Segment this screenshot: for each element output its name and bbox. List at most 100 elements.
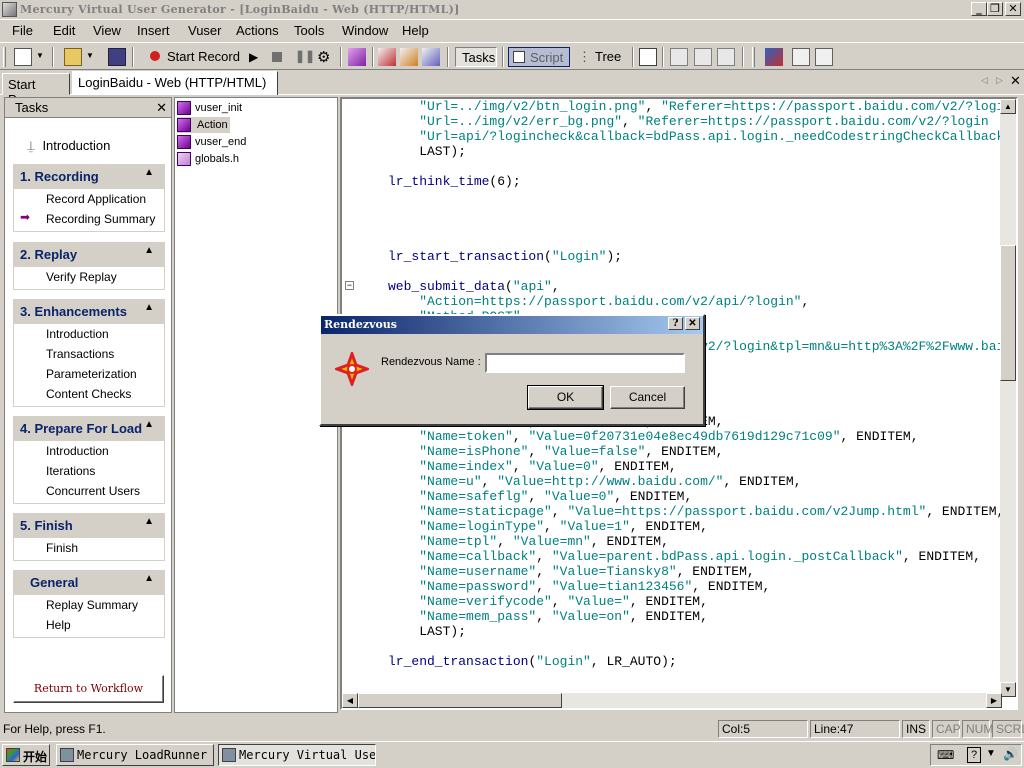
code-line[interactable]: lr_think_time(6); (388, 174, 521, 189)
code-line[interactable]: "Name=u", "Value=http://www.baidu.com/",… (388, 474, 801, 489)
task-item[interactable]: Introduction (14, 324, 164, 344)
vertical-scrollbar[interactable]: ▲ ▼ (1000, 99, 1016, 697)
code-line[interactable]: "Name=username", "Value=Tiansky8", ENDIT… (388, 564, 754, 579)
task-item-verify-replay[interactable]: Verify Replay (14, 267, 164, 287)
stop-icon[interactable] (272, 52, 282, 62)
tree-node-vuser-end[interactable]: vuser_end (177, 134, 246, 150)
start-button[interactable]: 开始 (2, 744, 50, 766)
code-line[interactable]: lr_start_transaction("Login"); (388, 249, 622, 264)
task-pane-close-icon[interactable]: ✕ (156, 100, 167, 116)
menu-view[interactable]: View (93, 23, 121, 38)
menu-window[interactable]: Window (342, 23, 388, 38)
code-line[interactable]: lr_end_transaction("Login", LR_AUTO); (388, 654, 677, 669)
task-item-record-application[interactable]: Record Application (14, 189, 164, 209)
rendezvous-name-input[interactable] (485, 353, 685, 373)
new-dropdown-icon[interactable]: ▼ (36, 51, 44, 60)
fold-toggle-icon[interactable]: − (345, 281, 354, 290)
code-line[interactable]: "Name=token", "Value=0f20731e04e8ec49db7… (388, 429, 918, 444)
runtime-settings-icon[interactable] (422, 48, 440, 66)
volume-icon[interactable]: 🔊 (1003, 747, 1018, 761)
task-item-recording-summary[interactable]: ➡ Recording Summary (14, 209, 164, 229)
split-view-icon[interactable] (694, 48, 712, 66)
task-introduction[interactable]: ⍊ Introduction (27, 138, 110, 154)
open-folder-icon[interactable] (64, 48, 82, 66)
code-line[interactable]: "Url=api/?logincheck&callback=bdPass.api… (388, 129, 1002, 144)
tree-node-vuser-init[interactable]: vuser_init (177, 100, 242, 116)
code-line[interactable]: "Name=password", "Value=tian123456", END… (388, 579, 770, 594)
task-section-header[interactable]: 1. Recording ▲ (14, 165, 164, 189)
new-icon[interactable] (14, 48, 32, 66)
menu-actions[interactable]: Actions (236, 23, 279, 38)
ok-button[interactable]: OK (527, 385, 604, 410)
code-line[interactable]: "Name=staticpage", "Value=https://passpo… (388, 504, 1002, 519)
header-view-icon[interactable] (717, 48, 735, 66)
code-line[interactable]: "Name=loginType", "Value=1", ENDITEM, (388, 519, 708, 534)
insert-step-icon[interactable] (378, 48, 396, 66)
code-line[interactable]: "Name=isPhone", "Value=false", ENDITEM, (388, 444, 723, 459)
task-item[interactable]: Finish (14, 538, 164, 558)
dialog-close-icon[interactable]: ✕ (685, 317, 700, 330)
play-icon[interactable]: ▶ (249, 50, 258, 64)
snapshot-icon[interactable] (400, 48, 418, 66)
code-line[interactable]: "Action=https://passport.baidu.com/v2/ap… (388, 294, 809, 309)
code-line[interactable]: "Name=index", "Value=0", ENDITEM, (388, 459, 676, 474)
menu-edit[interactable]: Edit (53, 23, 75, 38)
return-to-workflow-button[interactable]: Return to Workflow (13, 675, 164, 703)
task-section-header[interactable]: 5. Finish ▲ (14, 514, 164, 538)
open-dropdown-icon[interactable]: ▼ (86, 51, 94, 60)
scroll-right-icon[interactable]: ▶ (986, 693, 1002, 708)
tab-close-icon[interactable]: ✕ (1010, 73, 1021, 89)
code-line[interactable]: LAST); (388, 624, 466, 639)
gear-icon[interactable]: ⚙ (317, 48, 330, 66)
tab-loginbaidu[interactable]: LoginBaidu - Web (HTTP/HTML) (72, 71, 278, 95)
tasks-button[interactable]: Tasks (455, 47, 497, 67)
tab-scroll-left-icon[interactable]: ◁ (981, 75, 988, 86)
tree-node-action[interactable]: Action (177, 117, 230, 133)
tree-node-globals[interactable]: globals.h (177, 151, 239, 167)
compile-icon[interactable] (348, 48, 366, 66)
code-line[interactable]: "Url=../img/v2/btn_login.png", "Referer=… (388, 99, 1002, 114)
export-icon[interactable] (815, 48, 833, 66)
menu-tools[interactable]: Tools (294, 23, 324, 38)
help-tray-icon[interactable]: ? (967, 747, 981, 763)
code-line[interactable]: "Name=callback", "Value=parent.bdPass.ap… (388, 549, 981, 564)
menu-help[interactable]: Help (402, 23, 429, 38)
start-record-button[interactable]: Start Record (146, 47, 242, 67)
horizontal-scrollbar[interactable]: ◀ ▶ (342, 693, 1002, 708)
help-icon[interactable]: ? (668, 317, 683, 330)
menu-insert[interactable]: Insert (137, 23, 170, 38)
task-section-header[interactable]: 4. Prepare For Load ▲ (14, 417, 164, 441)
task-section-header[interactable]: 2. Replay ▲ (14, 243, 164, 267)
thumbnail-icon[interactable] (639, 48, 657, 66)
task-item[interactable]: Iterations (14, 461, 164, 481)
code-line[interactable]: LAST); (388, 144, 466, 159)
script-view-button[interactable]: Script (508, 47, 570, 67)
code-line[interactable]: "Name=safeflg", "Value=0", ENDITEM, (388, 489, 692, 504)
task-item[interactable]: Parameterization (14, 364, 164, 384)
tray-arrow-icon[interactable]: ▼ (986, 748, 996, 759)
code-line[interactable]: "Name=tpl", "Value=mn", ENDITEM, (388, 534, 669, 549)
task-item[interactable]: Introduction (14, 441, 164, 461)
restore-button[interactable]: ❐ (987, 2, 1003, 16)
scroll-left-icon[interactable]: ◀ (342, 693, 358, 708)
menu-vuser[interactable]: Vuser (188, 23, 221, 38)
taskbar-item-vugen[interactable]: Mercury Virtual Use... (218, 744, 376, 766)
task-item[interactable]: Content Checks (14, 384, 164, 404)
tab-scroll-right-icon[interactable]: ▷ (996, 75, 1003, 86)
scroll-up-icon[interactable]: ▲ (1000, 99, 1016, 114)
parameter-list-icon[interactable] (792, 48, 810, 66)
minimize-button[interactable]: _ (971, 2, 987, 16)
code-line[interactable]: "Url=../img/v2/err_bg.png", "Referer=htt… (388, 114, 989, 129)
close-button[interactable]: ✕ (1005, 2, 1021, 16)
task-section-header[interactable]: 3. Enhancements ▲ (14, 300, 164, 324)
code-line[interactable]: "Name=mem_pass", "Value=on", ENDITEM, (388, 609, 708, 624)
tab-start-page[interactable]: Start Page (2, 73, 70, 107)
task-item[interactable]: Transactions (14, 344, 164, 364)
horizontal-scroll-thumb[interactable] (358, 693, 562, 708)
code-line[interactable]: "Name=verifycode", "Value=", ENDITEM, (388, 594, 708, 609)
task-item[interactable]: Concurrent Users (14, 481, 164, 501)
cancel-button[interactable]: Cancel (610, 386, 685, 409)
code-line[interactable]: web_submit_data("api", (388, 279, 560, 294)
scroll-down-icon[interactable]: ▼ (1000, 682, 1016, 697)
vertical-scroll-thumb[interactable] (1000, 245, 1016, 381)
